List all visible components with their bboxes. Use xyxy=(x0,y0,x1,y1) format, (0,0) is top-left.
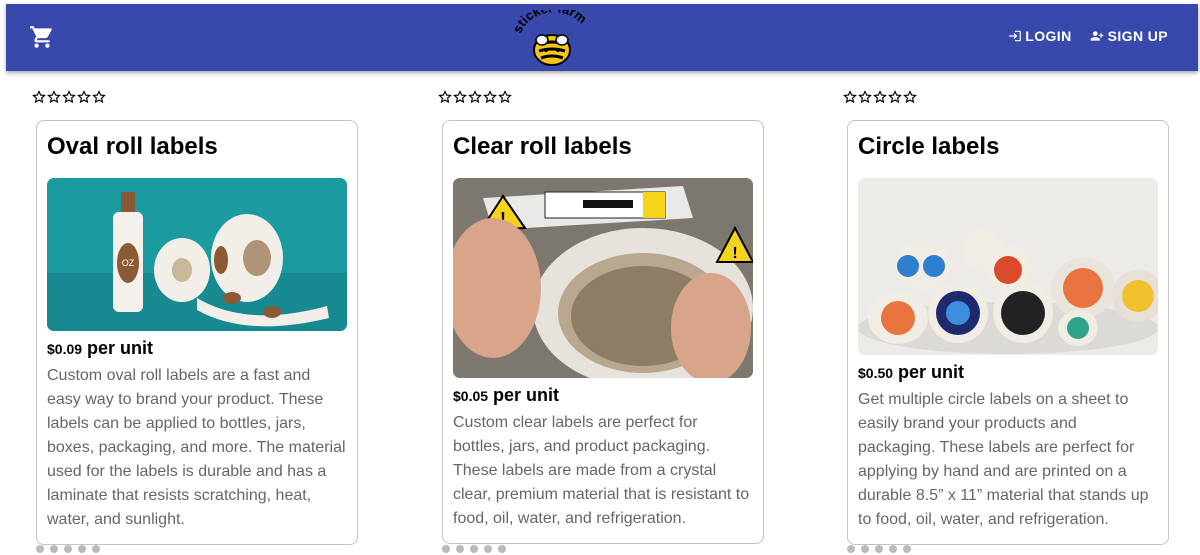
product-card[interactable]: Oval roll labels OZ $0.09 per unit Custo… xyxy=(36,120,358,545)
star-icon[interactable] xyxy=(498,90,512,104)
price-unit: per unit xyxy=(82,338,154,358)
product-image[interactable]: OZ xyxy=(47,178,347,331)
shopping-cart-icon[interactable] xyxy=(28,24,58,52)
product-description: Custom clear labels are perfect for bott… xyxy=(453,414,750,527)
price-unit: per unit xyxy=(488,385,560,405)
product-price: $0.50 per unit xyxy=(858,362,1158,384)
rating-stars[interactable] xyxy=(843,90,917,108)
star-icon[interactable] xyxy=(92,90,106,104)
star-icon[interactable] xyxy=(32,90,46,104)
rating-stars[interactable] xyxy=(32,90,106,108)
star-icon[interactable] xyxy=(903,90,917,104)
star-icon[interactable] xyxy=(873,90,887,104)
star-icon[interactable] xyxy=(453,90,467,104)
price-amount: $0.50 xyxy=(858,365,894,381)
product-title: Oval roll labels xyxy=(47,133,218,160)
product-description: Get multiple circle labels on a sheet to… xyxy=(858,391,1149,528)
star-icon[interactable] xyxy=(483,90,497,104)
next-row-rating-stars xyxy=(442,545,506,555)
price-amount: $0.09 xyxy=(47,341,83,357)
next-row-rating-stars xyxy=(847,545,911,555)
price-amount: $0.05 xyxy=(453,388,489,404)
product-title: Clear roll labels xyxy=(453,133,632,160)
star-icon[interactable] xyxy=(843,90,857,104)
product-description: Custom oval roll labels are a fast and e… xyxy=(47,367,346,528)
star-icon[interactable] xyxy=(858,90,872,104)
svg-text:sticker farm: sticker farm xyxy=(512,10,590,35)
star-icon[interactable] xyxy=(888,90,902,104)
product-card[interactable]: Clear roll labels ! ! $0.05 per unit Cus… xyxy=(442,120,764,544)
svg-text:OZ: OZ xyxy=(122,258,135,268)
product-title: Circle labels xyxy=(858,133,1000,160)
next-row-rating-stars xyxy=(36,545,100,555)
svg-text:!: ! xyxy=(732,245,737,262)
signup-link[interactable]: SIGN UP xyxy=(1088,28,1168,44)
star-icon[interactable] xyxy=(77,90,91,104)
product-card[interactable]: Circle labels $0.50 per unit Get multipl… xyxy=(847,120,1169,545)
product-image[interactable] xyxy=(858,178,1158,355)
product-price: $0.05 per unit xyxy=(453,385,753,407)
star-icon[interactable] xyxy=(47,90,61,104)
login-label: LOGIN xyxy=(1025,28,1072,44)
sticker-farm-logo[interactable]: sticker farm xyxy=(510,0,592,68)
product-price: $0.09 per unit xyxy=(47,338,347,360)
signup-label: SIGN UP xyxy=(1107,28,1168,44)
login-icon xyxy=(1009,30,1022,42)
star-icon[interactable] xyxy=(62,90,76,104)
star-icon[interactable] xyxy=(438,90,452,104)
rating-stars[interactable] xyxy=(438,90,512,108)
login-link[interactable]: LOGIN xyxy=(1007,28,1071,44)
star-icon[interactable] xyxy=(468,90,482,104)
add-user-icon xyxy=(1090,31,1104,41)
top-navbar: sticker farm LOGIN SIGN UP xyxy=(6,0,1198,71)
product-image[interactable]: ! ! xyxy=(453,178,753,378)
price-unit: per unit xyxy=(893,362,965,382)
